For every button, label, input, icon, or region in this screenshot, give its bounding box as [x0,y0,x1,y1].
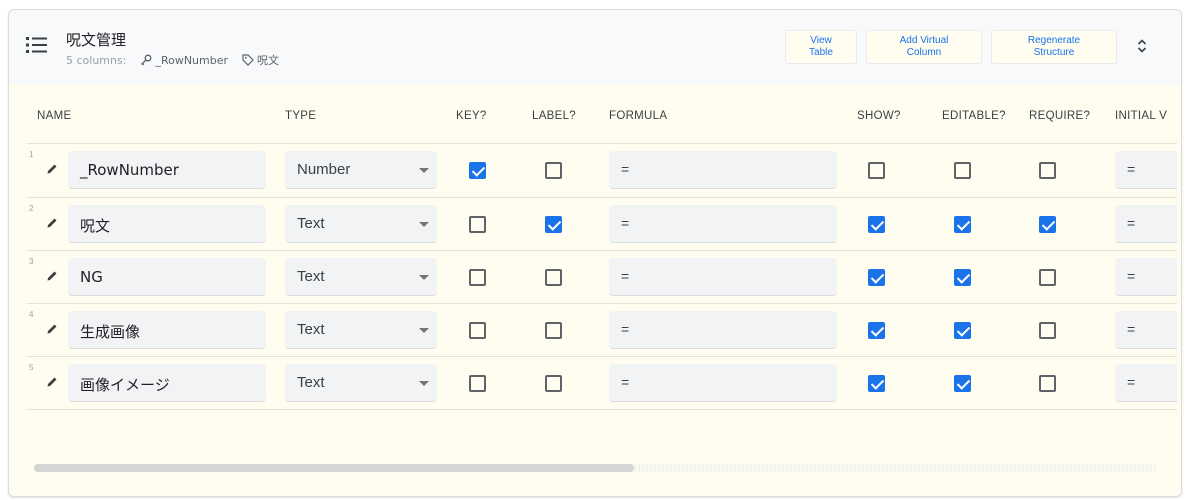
formula-field[interactable]: = [609,205,837,243]
tag-icon [242,54,254,66]
require-checkbox[interactable] [1039,269,1056,286]
view-table-button[interactable]: View Table [785,30,857,64]
column-type-value: Text [297,215,325,232]
key-icon [140,54,152,66]
require-checkbox[interactable] [1039,162,1056,179]
header-require: REQUIRE? [1029,110,1091,122]
key-column-name: _RowNumber [155,53,229,67]
scrollbar-thumb[interactable] [34,464,634,472]
horizontal-scrollbar[interactable] [34,464,1156,472]
pencil-icon[interactable] [46,162,58,174]
row-number: 2 [29,204,34,213]
initial-value-field[interactable]: = [1115,311,1177,349]
header-formula: FORMULA [609,110,668,122]
table-card: 呪文管理 5 columns: _RowNumber 呪文 View Table… [8,9,1182,497]
label-checkbox[interactable] [545,216,562,233]
editable-checkbox[interactable] [954,216,971,233]
header-type: TYPE [285,110,317,122]
label-checkbox[interactable] [545,322,562,339]
column-type-value: Text [297,268,325,285]
column-type-value: Number [297,161,351,178]
column-type-select[interactable]: Text [285,205,437,243]
table-header: 呪文管理 5 columns: _RowNumber 呪文 View Table… [9,10,1181,84]
require-checkbox[interactable] [1039,216,1056,233]
header-key: KEY? [456,110,487,122]
editable-checkbox[interactable] [954,375,971,392]
key-checkbox[interactable] [469,162,486,179]
dropdown-caret-icon [419,222,429,227]
label-column-name: 呪文 [257,54,280,67]
table-row: 3 NG Text = = [27,250,1177,304]
key-checkbox[interactable] [469,375,486,392]
row-number: 3 [29,257,34,266]
formula-field[interactable]: = [609,151,837,189]
pencil-icon[interactable] [46,269,58,281]
column-name-field[interactable]: _RowNumber [68,151,266,189]
header-initial: INITIAL V [1115,110,1168,122]
label-checkbox[interactable] [545,375,562,392]
require-checkbox[interactable] [1039,375,1056,392]
column-type-select[interactable]: Number [285,151,437,189]
key-column: _RowNumber [140,54,228,67]
column-type-select[interactable]: Text [285,311,437,349]
regenerate-structure-button[interactable]: Regenerate Structure [991,30,1117,64]
table-title: 呪文管理 [66,31,127,49]
table-row: 1 _RowNumber Number = = [27,143,1177,197]
show-checkbox[interactable] [868,322,885,339]
label-checkbox[interactable] [545,269,562,286]
label-column: 呪文 [242,52,279,68]
header-name: NAME [37,110,72,122]
pencil-icon[interactable] [46,375,58,387]
show-checkbox[interactable] [868,269,885,286]
initial-value-field[interactable]: = [1115,258,1177,296]
table-row: 4 生成画像 Text = = [27,303,1177,357]
header-editable: EDITABLE? [942,110,1006,122]
column-name-field[interactable]: 生成画像 [68,311,266,349]
show-checkbox[interactable] [868,216,885,233]
header-label: LABEL? [532,110,576,122]
column-name-field[interactable]: 呪文 [68,205,266,243]
column-type-select[interactable]: Text [285,258,437,296]
dropdown-caret-icon [419,275,429,280]
list-icon [26,36,48,54]
formula-field[interactable]: = [609,364,837,402]
header-show: SHOW? [857,110,901,122]
table-row: 5 画像イメージ Text = = [27,356,1177,410]
initial-value-field[interactable]: = [1115,364,1177,402]
key-checkbox[interactable] [469,216,486,233]
show-checkbox[interactable] [868,375,885,392]
label-checkbox[interactable] [545,162,562,179]
initial-value-field[interactable]: = [1115,151,1177,189]
dropdown-caret-icon [419,168,429,173]
unfold-icon[interactable] [1135,37,1149,55]
dropdown-caret-icon [419,328,429,333]
table-meta: 5 columns: _RowNumber 呪文 [66,52,279,68]
column-name-field[interactable]: 画像イメージ [68,364,266,402]
table-row: 2 呪文 Text = = [27,197,1177,251]
editable-checkbox[interactable] [954,162,971,179]
formula-field[interactable]: = [609,311,837,349]
require-checkbox[interactable] [1039,322,1056,339]
column-type-value: Text [297,321,325,338]
editable-checkbox[interactable] [954,322,971,339]
column-type-select[interactable]: Text [285,364,437,402]
formula-field[interactable]: = [609,258,837,296]
initial-value-field[interactable]: = [1115,205,1177,243]
row-number: 1 [29,150,34,159]
row-number: 5 [29,363,34,372]
pencil-icon[interactable] [46,216,58,228]
columns-count: 5 columns: [66,53,127,67]
pencil-icon[interactable] [46,322,58,334]
show-checkbox[interactable] [868,162,885,179]
dropdown-caret-icon [419,381,429,386]
column-type-value: Text [297,374,325,391]
key-checkbox[interactable] [469,269,486,286]
column-name-field[interactable]: NG [68,258,266,296]
row-number: 4 [29,310,34,319]
key-checkbox[interactable] [469,322,486,339]
editable-checkbox[interactable] [954,269,971,286]
add-virtual-column-button[interactable]: Add Virtual Column [866,30,982,64]
